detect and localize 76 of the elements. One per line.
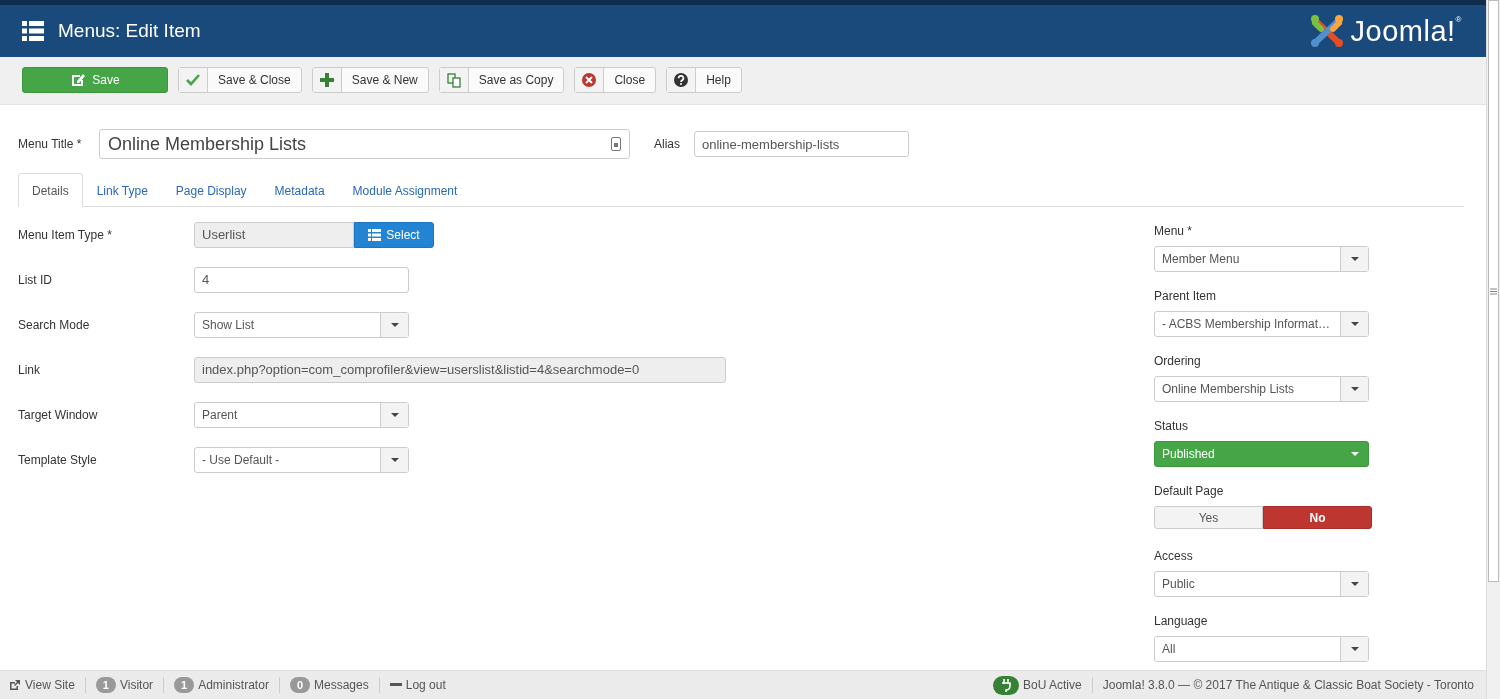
caret-icon xyxy=(1350,582,1359,586)
field-label: Alias xyxy=(654,137,681,151)
caret-icon xyxy=(390,322,399,327)
toggle-option[interactable]: Yes xyxy=(1154,506,1263,529)
toolbar-button[interactable]: Save as Copy xyxy=(438,67,565,93)
text-field[interactable]: 4 xyxy=(194,266,409,293)
list-icon xyxy=(22,21,44,41)
count-badge: 1 xyxy=(95,677,116,693)
select-field[interactable]: All xyxy=(1154,636,1369,662)
field-label: Target Window xyxy=(18,407,99,422)
field-label: Search Mode xyxy=(18,317,91,332)
field-label: Default Page xyxy=(1154,484,1225,499)
field-label: Menu Title * xyxy=(18,137,83,151)
edit-icon xyxy=(70,72,87,88)
caret-icon xyxy=(1350,387,1359,391)
field-label: Template Style xyxy=(18,452,98,467)
caret-icon xyxy=(1350,322,1359,326)
tab[interactable]: Page Display xyxy=(161,173,261,207)
copy-icon xyxy=(445,72,462,88)
tab[interactable]: Link Type xyxy=(82,173,162,207)
logo-icon xyxy=(1308,13,1345,49)
grip-icon xyxy=(1490,287,1497,295)
select-field[interactable]: Public xyxy=(1154,571,1369,597)
field-label: Access xyxy=(1154,549,1194,564)
plug-drawing xyxy=(1001,678,1011,692)
field-label: Ordering xyxy=(1154,354,1202,369)
field-label: Link xyxy=(18,362,41,377)
close-icon xyxy=(581,72,598,88)
field-label: Menu Item Type * xyxy=(18,227,113,242)
status-label[interactable]: Visitor xyxy=(119,678,154,692)
count-badge: 0 xyxy=(289,677,310,693)
title-field[interactable]: Online Membership Lists xyxy=(99,129,630,159)
field-label: Parent Item xyxy=(1154,289,1218,304)
count-badge: 1 xyxy=(174,677,195,693)
toolbar-button[interactable]: Help xyxy=(666,67,742,93)
alias-field[interactable]: online-membership-lists xyxy=(694,131,909,157)
view-site-link[interactable]: View Site xyxy=(9,678,75,692)
status-label[interactable]: Administrator xyxy=(198,678,269,692)
select-field[interactable]: - ACBS Membership Informat… xyxy=(1154,311,1369,337)
type-field[interactable]: Userlist xyxy=(194,221,354,248)
status-label: BoU Active xyxy=(1023,678,1082,692)
plus-icon xyxy=(318,72,335,88)
check-icon xyxy=(185,72,201,88)
select-field[interactable]: Online Membership Lists xyxy=(1154,376,1369,402)
page-title: Menus: Edit Item xyxy=(58,20,202,42)
tab[interactable]: Details xyxy=(18,173,83,207)
help-icon xyxy=(673,72,690,88)
status-label[interactable]: Messages xyxy=(314,678,369,692)
tab[interactable]: Module Assignment xyxy=(338,173,472,207)
select-button[interactable]: Select xyxy=(354,221,434,248)
tab[interactable]: Metadata xyxy=(260,173,339,207)
select-field[interactable]: - Use Default - xyxy=(194,446,409,473)
link-field: index.php?option=com_comprofiler&view=userslist&listid=4&searchmode=0 xyxy=(194,356,726,383)
toolbar-button[interactable]: Close xyxy=(574,67,657,93)
caret-icon xyxy=(390,412,399,417)
lock-icon xyxy=(611,137,621,151)
logout-link[interactable]: Log out xyxy=(389,678,446,692)
caret-icon xyxy=(1350,257,1359,261)
list-icon xyxy=(368,228,382,241)
caret-icon xyxy=(1350,452,1359,456)
toolbar-button[interactable]: Save & Close xyxy=(178,67,302,93)
caret-icon xyxy=(1350,647,1359,651)
logo-text: Joomla!$^{®}$ xyxy=(1350,14,1462,48)
select-field[interactable]: Member Menu xyxy=(1154,246,1369,272)
field-label: Language xyxy=(1154,614,1209,629)
toggle-option[interactable]: No xyxy=(1263,506,1372,529)
select-field[interactable]: Parent xyxy=(194,401,409,428)
select-field[interactable]: Show List xyxy=(194,311,409,338)
caret-icon xyxy=(390,457,399,462)
footer-text: Joomla! 3.8.0 — © 2017 The Antique & Classic Boat Society - Toronto xyxy=(1102,678,1474,692)
field-label: List ID xyxy=(18,272,53,287)
external-link-icon xyxy=(9,679,21,691)
toolbar-button[interactable]: Save & New xyxy=(311,67,429,93)
minus-icon xyxy=(389,683,402,687)
field-label: Menu * xyxy=(1154,224,1194,239)
field-label: Status xyxy=(1154,419,1190,434)
